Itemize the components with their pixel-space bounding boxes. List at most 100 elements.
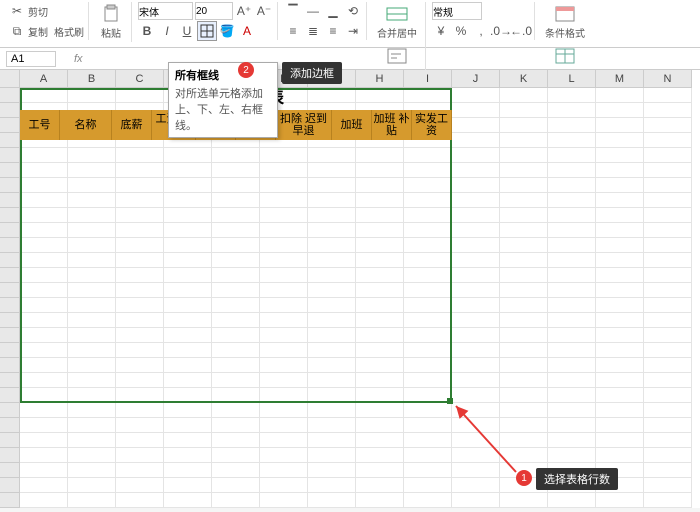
- cell[interactable]: [644, 178, 692, 193]
- cell[interactable]: [116, 328, 164, 343]
- cell[interactable]: [20, 388, 68, 403]
- percent-icon[interactable]: %: [452, 22, 470, 40]
- cell[interactable]: [548, 133, 596, 148]
- cell[interactable]: [500, 118, 548, 133]
- col-header[interactable]: J: [452, 70, 500, 88]
- cell[interactable]: [596, 103, 644, 118]
- fx-icon[interactable]: fx: [74, 53, 83, 65]
- cell[interactable]: [164, 178, 212, 193]
- cell[interactable]: [68, 403, 116, 418]
- cell[interactable]: [500, 178, 548, 193]
- cell[interactable]: [212, 238, 260, 253]
- cell[interactable]: [116, 178, 164, 193]
- underline-button[interactable]: U: [178, 22, 196, 40]
- table-header-cell[interactable]: 工号: [20, 110, 60, 140]
- cell[interactable]: [644, 313, 692, 328]
- table-header-cell[interactable]: 实发工资: [412, 110, 452, 140]
- cell[interactable]: [404, 358, 452, 373]
- cell[interactable]: [260, 253, 308, 268]
- cell[interactable]: [212, 433, 260, 448]
- row-header[interactable]: [0, 193, 20, 208]
- align-bottom-icon[interactable]: ▁: [324, 2, 342, 20]
- cell[interactable]: [644, 133, 692, 148]
- row-header[interactable]: [0, 433, 20, 448]
- cell[interactable]: [356, 388, 404, 403]
- cell[interactable]: [596, 418, 644, 433]
- cell[interactable]: [548, 178, 596, 193]
- cell[interactable]: [548, 118, 596, 133]
- cell[interactable]: [116, 433, 164, 448]
- cell[interactable]: [596, 298, 644, 313]
- cell[interactable]: [548, 283, 596, 298]
- cell[interactable]: [260, 373, 308, 388]
- cell[interactable]: [596, 223, 644, 238]
- cell[interactable]: [164, 418, 212, 433]
- cell[interactable]: [404, 178, 452, 193]
- cell[interactable]: [500, 448, 548, 463]
- cell[interactable]: [308, 268, 356, 283]
- cell[interactable]: [452, 448, 500, 463]
- row-header[interactable]: [0, 178, 20, 193]
- cell[interactable]: [68, 193, 116, 208]
- cell[interactable]: [356, 298, 404, 313]
- col-header[interactable]: H: [356, 70, 404, 88]
- cell[interactable]: [644, 388, 692, 403]
- borders-button[interactable]: [198, 22, 216, 40]
- cell[interactable]: [500, 88, 548, 103]
- cell[interactable]: [452, 478, 500, 493]
- cell[interactable]: [260, 283, 308, 298]
- cell[interactable]: [20, 418, 68, 433]
- cell[interactable]: [260, 478, 308, 493]
- col-header[interactable]: A: [20, 70, 68, 88]
- cell[interactable]: [500, 268, 548, 283]
- cell[interactable]: [500, 388, 548, 403]
- paste-button[interactable]: 粘贴: [95, 2, 127, 42]
- fill-color-icon[interactable]: 🪣: [218, 22, 236, 40]
- cell[interactable]: [68, 238, 116, 253]
- cell[interactable]: [116, 193, 164, 208]
- cell[interactable]: [260, 493, 308, 508]
- cell[interactable]: [356, 238, 404, 253]
- cell[interactable]: [596, 148, 644, 163]
- cell[interactable]: [116, 298, 164, 313]
- col-header[interactable]: L: [548, 70, 596, 88]
- cell[interactable]: [308, 298, 356, 313]
- cell[interactable]: [548, 103, 596, 118]
- cell[interactable]: [596, 448, 644, 463]
- cell[interactable]: [356, 463, 404, 478]
- cell[interactable]: [164, 298, 212, 313]
- cell[interactable]: [164, 358, 212, 373]
- currency-icon[interactable]: ¥: [432, 22, 450, 40]
- cell[interactable]: [644, 253, 692, 268]
- cell[interactable]: [260, 313, 308, 328]
- col-header[interactable]: N: [644, 70, 692, 88]
- increase-decimal-icon[interactable]: .0→: [492, 22, 510, 40]
- cell[interactable]: [596, 493, 644, 508]
- row-header[interactable]: [0, 163, 20, 178]
- cell[interactable]: [212, 328, 260, 343]
- increase-font-icon[interactable]: A⁺: [235, 2, 253, 20]
- cell[interactable]: [164, 463, 212, 478]
- cell[interactable]: [68, 373, 116, 388]
- cell[interactable]: [548, 148, 596, 163]
- cell[interactable]: [68, 253, 116, 268]
- cell[interactable]: [308, 208, 356, 223]
- orientation-icon[interactable]: ⟲: [344, 2, 362, 20]
- cell[interactable]: [356, 418, 404, 433]
- cell[interactable]: [260, 208, 308, 223]
- comma-icon[interactable]: ,: [472, 22, 490, 40]
- cell[interactable]: [404, 343, 452, 358]
- cell[interactable]: [452, 433, 500, 448]
- row-header[interactable]: [0, 283, 20, 298]
- cell[interactable]: [404, 418, 452, 433]
- cell[interactable]: [20, 448, 68, 463]
- cell[interactable]: [308, 193, 356, 208]
- row-header[interactable]: [0, 388, 20, 403]
- row-header[interactable]: [0, 343, 20, 358]
- cell[interactable]: [68, 313, 116, 328]
- cell[interactable]: [260, 448, 308, 463]
- cell[interactable]: [260, 193, 308, 208]
- cell[interactable]: [116, 448, 164, 463]
- row-header[interactable]: [0, 478, 20, 493]
- cell[interactable]: [452, 388, 500, 403]
